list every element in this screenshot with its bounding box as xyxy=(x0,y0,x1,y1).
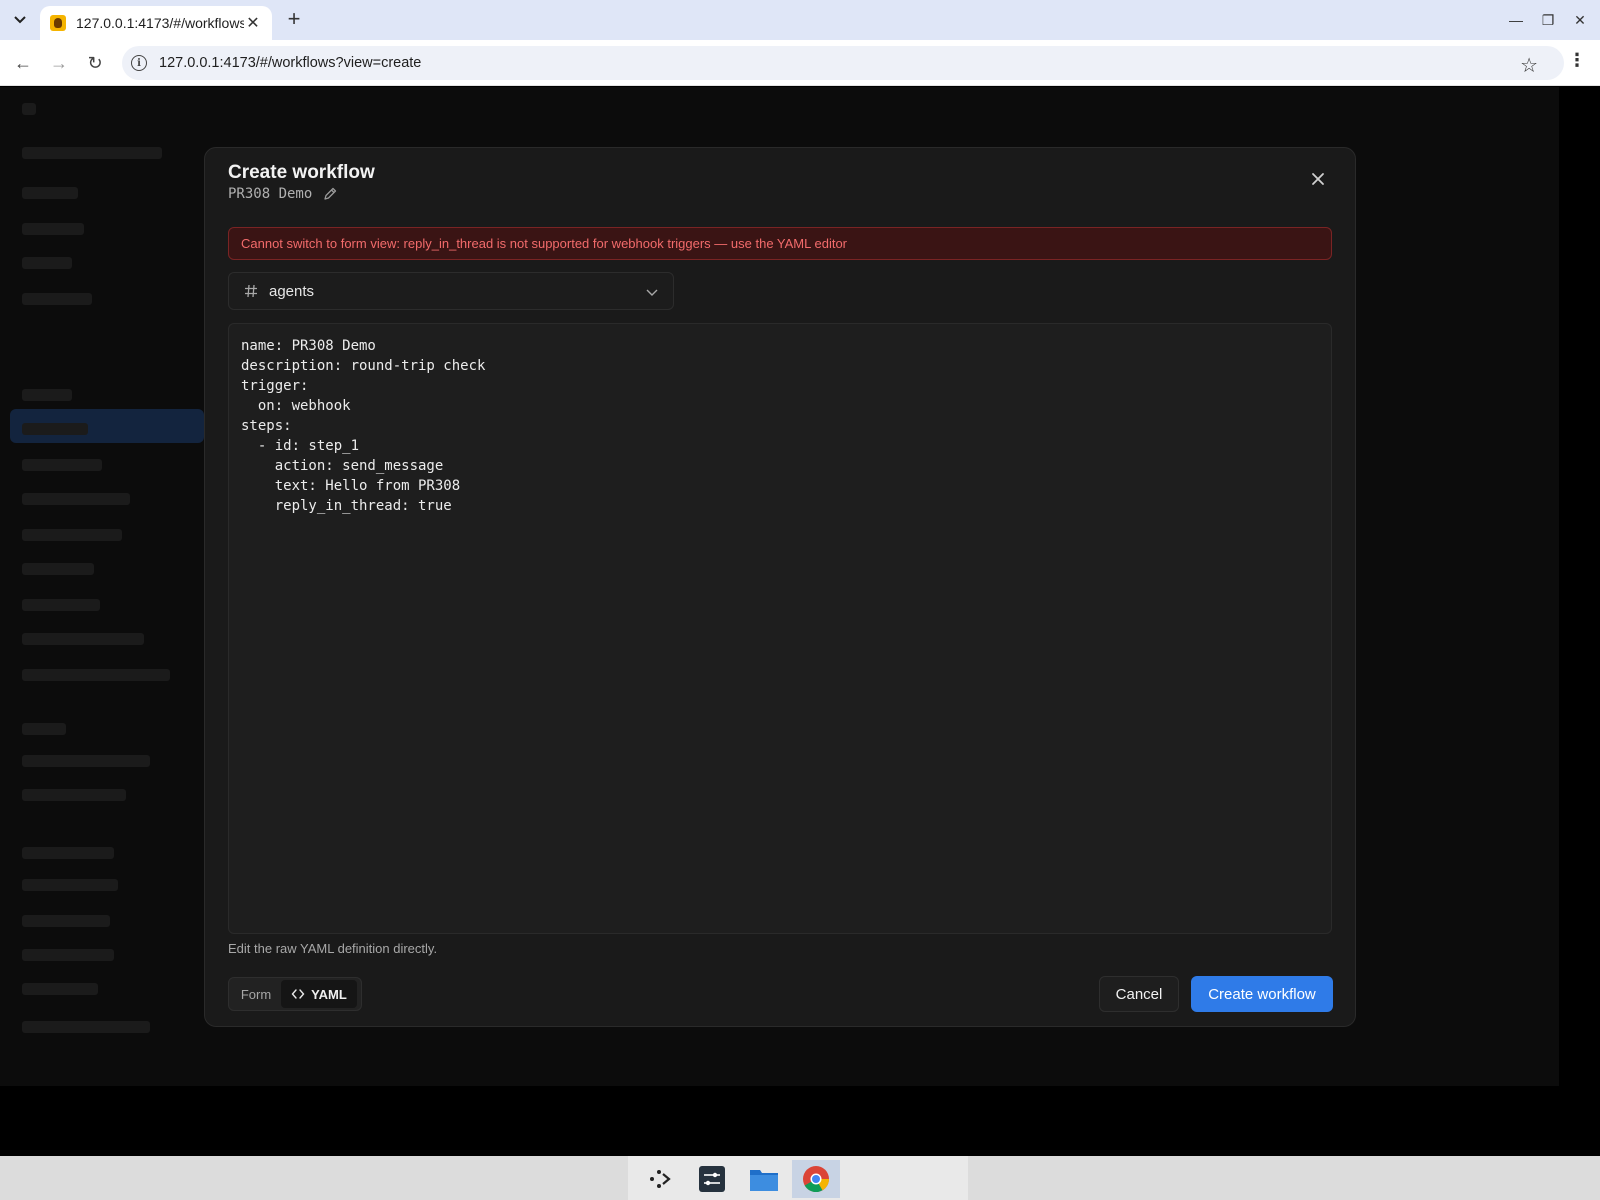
create-workflow-button[interactable]: Create workflow xyxy=(1191,976,1333,1012)
helper-text: Edit the raw YAML definition directly. xyxy=(228,941,438,956)
sidebar-placeholder xyxy=(22,723,66,735)
sidebar-placeholder xyxy=(22,599,100,611)
tab-form[interactable]: Form xyxy=(231,980,281,1008)
browser-tabbar: 127.0.0.1:4173/#/workflows?view=create ✕… xyxy=(0,0,1600,40)
error-message: Cannot switch to form view: reply_in_thr… xyxy=(241,236,848,251)
mode-toggle: Form YAML xyxy=(228,977,362,1011)
sidebar-placeholder xyxy=(22,949,114,961)
tab-yaml-label: YAML xyxy=(311,986,347,1002)
taskbar-apps xyxy=(628,1156,968,1200)
hash-icon xyxy=(245,284,257,298)
yaml-editor[interactable]: name: PR308 Demo description: round-trip… xyxy=(228,323,1332,934)
browser-menu-icon[interactable]: ⋮ xyxy=(1568,50,1586,71)
close-icon[interactable] xyxy=(1307,168,1329,190)
tab-search-icon[interactable] xyxy=(8,8,32,32)
create-workflow-dialog: Create workflow PR308 Demo Cannot switch… xyxy=(204,147,1356,1027)
sidebar-placeholder xyxy=(22,879,118,891)
sidebar-placeholder xyxy=(22,789,126,801)
sidebar-placeholder xyxy=(22,223,84,235)
sidebar-placeholder xyxy=(22,293,92,305)
sidebar-placeholder xyxy=(22,1021,150,1033)
settings-app-icon[interactable] xyxy=(688,1160,736,1198)
code-icon xyxy=(291,989,305,999)
site-favicon-icon xyxy=(50,15,66,31)
tab-title: 127.0.0.1:4173/#/workflows?view=create xyxy=(76,15,244,31)
tab-yaml[interactable]: YAML xyxy=(281,980,357,1008)
reload-icon[interactable]: ↻ xyxy=(82,50,108,76)
sidebar-placeholder xyxy=(22,187,78,199)
sidebar-placeholder xyxy=(22,493,130,505)
sidebar-placeholder xyxy=(22,915,110,927)
workflow-name-row[interactable]: PR308 Demo xyxy=(228,186,338,202)
sidebar-placeholder xyxy=(22,423,88,435)
cancel-button[interactable]: Cancel xyxy=(1099,976,1179,1012)
sidebar-placeholder xyxy=(22,103,36,115)
tab-close-icon[interactable]: ✕ xyxy=(244,13,262,33)
bookmark-star-icon[interactable]: ☆ xyxy=(1520,53,1538,78)
back-icon[interactable]: ← xyxy=(10,50,36,76)
os-taskbar xyxy=(0,1156,1600,1200)
sidebar-placeholder xyxy=(22,847,114,859)
browser-toolbar: ← → ↻ i 127.0.0.1:4173/#/workflows?view=… xyxy=(0,40,1600,86)
window-close-icon[interactable]: ✕ xyxy=(1568,8,1592,32)
site-info-icon[interactable]: i xyxy=(131,55,147,71)
sidebar-placeholder xyxy=(22,755,150,767)
page-bottom xyxy=(0,1086,1600,1156)
dialog-title: Create workflow xyxy=(228,162,375,183)
sidebar-placeholder xyxy=(22,563,94,575)
sidebar-placeholder xyxy=(22,257,72,269)
channel-select[interactable]: agents xyxy=(228,272,674,310)
address-bar[interactable]: i 127.0.0.1:4173/#/workflows?view=create xyxy=(122,46,1564,80)
error-banner: Cannot switch to form view: reply_in_thr… xyxy=(228,227,1332,260)
new-tab-icon[interactable]: + xyxy=(282,8,306,32)
yaml-code: name: PR308 Demo description: round-trip… xyxy=(241,338,486,514)
chrome-app-icon[interactable] xyxy=(792,1160,840,1198)
sidebar-placeholder xyxy=(22,147,162,159)
url-text: 127.0.0.1:4173/#/workflows?view=create xyxy=(159,55,422,71)
workflow-name: PR308 Demo xyxy=(228,186,313,202)
sidebar-placeholder xyxy=(22,389,72,401)
pencil-icon[interactable] xyxy=(322,186,338,202)
sidebar-placeholder xyxy=(22,983,98,995)
sidebar-placeholder xyxy=(22,633,144,645)
minimize-icon[interactable]: — xyxy=(1504,8,1528,32)
chevron-down-icon xyxy=(646,289,658,296)
files-app-icon[interactable] xyxy=(740,1160,788,1198)
restore-icon[interactable]: ❐ xyxy=(1536,8,1560,32)
sidebar-placeholder xyxy=(22,459,102,471)
browser-tab[interactable]: 127.0.0.1:4173/#/workflows?view=create ✕ xyxy=(40,6,272,40)
channel-value: agents xyxy=(269,282,315,300)
forward-icon[interactable]: → xyxy=(46,50,72,76)
tab-form-label: Form xyxy=(240,986,272,1002)
launcher-icon[interactable] xyxy=(636,1160,684,1198)
sidebar-placeholder xyxy=(22,669,170,681)
sidebar-placeholder xyxy=(22,529,122,541)
